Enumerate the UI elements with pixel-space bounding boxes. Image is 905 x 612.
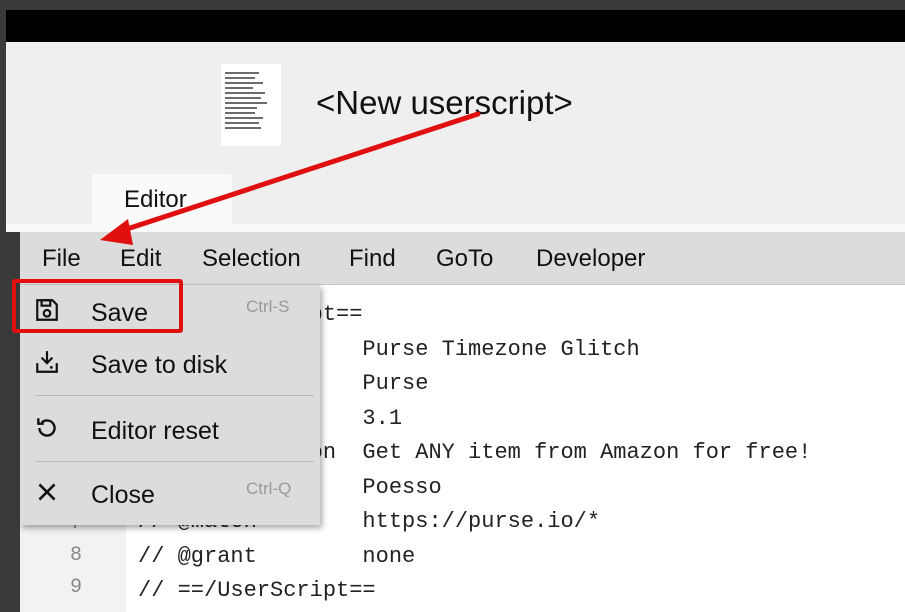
code-line: // ==/UserScript== — [138, 578, 376, 603]
editor-top-strip — [6, 224, 905, 232]
menu-item-save-to-disk-label: Save to disk — [91, 351, 228, 379]
menu-item-editor-reset-label: Editor reset — [91, 417, 219, 445]
save-highlight-box — [12, 279, 183, 333]
menu-item-close[interactable]: Close Ctrl-Q — [20, 469, 320, 521]
menu-item-editor-reset[interactable]: Editor reset — [20, 405, 320, 457]
menu-divider — [36, 461, 314, 462]
window-frame — [0, 0, 905, 10]
script-icon — [221, 64, 281, 146]
menu-edit[interactable]: Edit — [120, 245, 161, 273]
close-icon — [38, 483, 56, 501]
menu-item-close-label: Close — [91, 481, 155, 509]
menu-goto[interactable]: GoTo — [436, 245, 493, 273]
line-number: 9 — [69, 576, 82, 599]
top-bar — [6, 10, 905, 42]
menu-selection[interactable]: Selection — [202, 245, 301, 273]
menu-find[interactable]: Find — [349, 245, 396, 273]
tab-editor-label: Editor — [124, 186, 187, 213]
shortcut-hint: Ctrl-S — [246, 297, 290, 316]
menu-item-save-to-disk[interactable]: Save to disk — [20, 339, 320, 391]
menu-file[interactable]: File — [42, 245, 81, 273]
code-line: // @grant none — [138, 544, 416, 569]
menu-divider — [36, 395, 314, 396]
menu-developer[interactable]: Developer — [536, 245, 645, 273]
tab-editor[interactable]: Editor — [92, 174, 232, 224]
shortcut-hint: Ctrl-Q — [246, 479, 292, 498]
reset-icon — [37, 418, 56, 437]
download-to-disk-icon — [36, 351, 58, 373]
line-number: 8 — [69, 544, 82, 567]
editor-menubar: File Edit Selection Find GoTo Developer — [20, 232, 905, 285]
page-title: <New userscript> — [316, 84, 573, 121]
